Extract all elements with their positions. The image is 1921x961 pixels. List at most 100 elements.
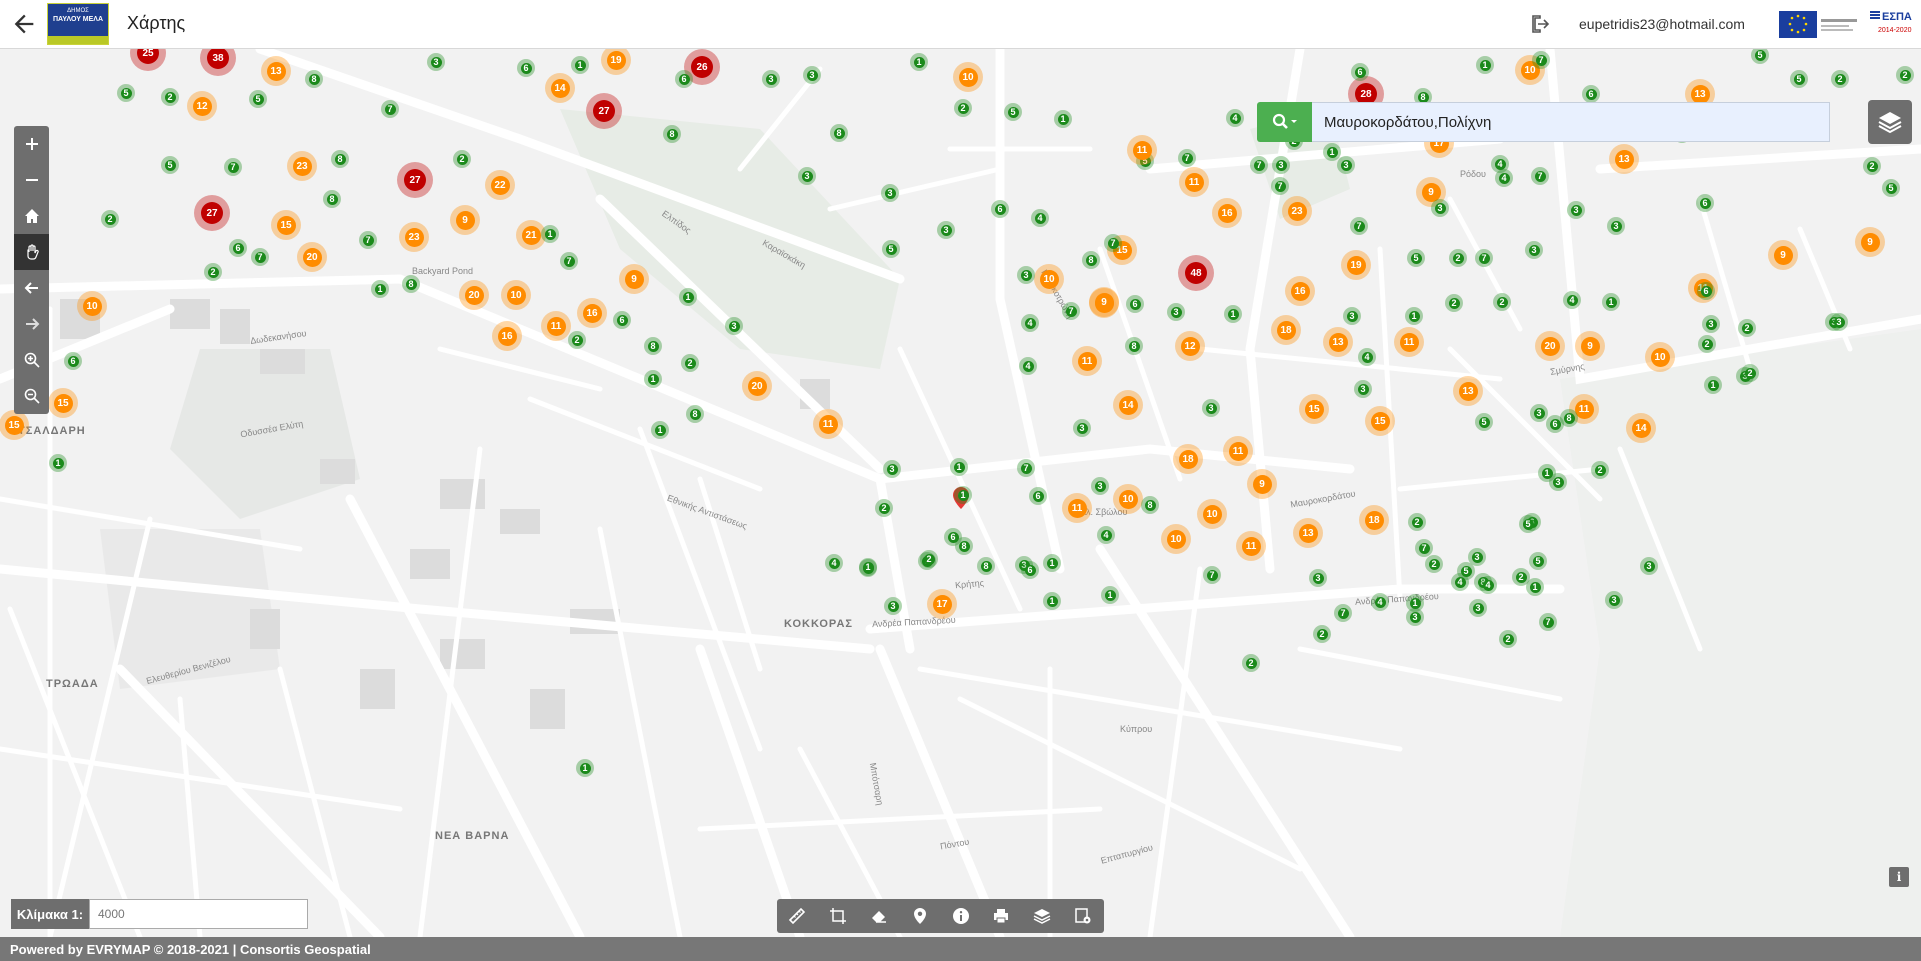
feature-cluster[interactable]: 8: [305, 70, 323, 88]
feature-cluster[interactable]: 3: [1343, 307, 1361, 325]
feature-cluster[interactable]: 1: [1602, 293, 1620, 311]
feature-cluster[interactable]: 1: [910, 53, 928, 71]
feature-cluster[interactable]: 11: [1236, 531, 1266, 561]
feature-cluster[interactable]: 6: [517, 59, 535, 77]
layer-toggle-button[interactable]: [1022, 899, 1063, 933]
feature-cluster[interactable]: 9: [450, 205, 480, 235]
feature-cluster[interactable]: 7: [1250, 156, 1268, 174]
pan-button[interactable]: [14, 234, 49, 270]
feature-cluster[interactable]: 3: [883, 460, 901, 478]
search-button[interactable]: [1257, 102, 1312, 142]
feature-cluster[interactable]: 3: [1272, 156, 1290, 174]
feature-cluster[interactable]: 7: [1532, 51, 1550, 69]
feature-cluster[interactable]: 4: [1371, 593, 1389, 611]
feature-cluster[interactable]: 4: [1031, 209, 1049, 227]
feature-cluster[interactable]: 2: [1512, 568, 1530, 586]
feature-cluster[interactable]: 9: [1855, 227, 1885, 257]
feature-cluster[interactable]: 3: [1337, 156, 1355, 174]
logout-icon[interactable]: [1528, 12, 1552, 36]
home-button[interactable]: [14, 198, 49, 234]
feature-cluster[interactable]: 5: [161, 156, 179, 174]
layers-button[interactable]: [1868, 100, 1912, 144]
measure-area-button[interactable]: [818, 899, 859, 933]
feature-cluster[interactable]: 1: [679, 288, 697, 306]
feature-cluster[interactable]: 6: [1351, 63, 1369, 81]
feature-cluster[interactable]: 3: [1017, 266, 1035, 284]
attribution-info-button[interactable]: i: [1889, 867, 1909, 887]
feature-cluster[interactable]: 11: [1394, 327, 1424, 357]
feature-cluster[interactable]: 3: [1167, 303, 1185, 321]
zoom-out-button[interactable]: [14, 162, 49, 198]
feature-cluster[interactable]: 6: [1126, 295, 1144, 313]
feature-cluster[interactable]: 23: [287, 151, 317, 181]
feature-cluster[interactable]: 20: [742, 371, 772, 401]
feature-cluster[interactable]: 2: [1425, 555, 1443, 573]
feature-cluster[interactable]: 13: [261, 56, 291, 86]
feature-cluster[interactable]: 2: [1408, 513, 1426, 531]
feature-cluster[interactable]: 3: [881, 184, 899, 202]
feature-cluster[interactable]: 16: [1285, 276, 1315, 306]
feature-cluster[interactable]: 10: [501, 280, 531, 310]
feature-cluster[interactable]: 2: [101, 210, 119, 228]
feature-cluster[interactable]: 7: [1539, 613, 1557, 631]
feature-cluster[interactable]: 2: [1493, 293, 1511, 311]
feature-cluster[interactable]: 5: [1519, 515, 1537, 533]
feature-cluster[interactable]: 5: [1790, 70, 1808, 88]
feature-cluster[interactable]: 13: [1453, 376, 1483, 406]
feature-cluster[interactable]: 6: [1696, 194, 1714, 212]
feature-cluster[interactable]: 2: [1863, 157, 1881, 175]
feature-cluster[interactable]: 10: [1113, 484, 1143, 514]
feature-cluster[interactable]: 6: [613, 311, 631, 329]
feature-cluster[interactable]: 6: [1021, 561, 1039, 579]
feature-cluster[interactable]: 5: [249, 90, 267, 108]
feature-cluster[interactable]: 7: [1104, 234, 1122, 252]
feature-cluster[interactable]: 7: [381, 100, 399, 118]
feature-cluster[interactable]: 2: [875, 499, 893, 517]
feature-cluster[interactable]: 7: [1178, 149, 1196, 167]
feature-cluster[interactable]: 11: [1062, 493, 1092, 523]
feature-cluster[interactable]: 3: [427, 53, 445, 71]
feature-cluster[interactable]: 12: [187, 91, 217, 121]
feature-cluster[interactable]: 27: [194, 195, 230, 231]
feature-cluster[interactable]: 1: [651, 421, 669, 439]
feature-cluster[interactable]: 3: [1549, 473, 1567, 491]
feature-cluster[interactable]: 2: [1449, 249, 1467, 267]
feature-cluster[interactable]: 8: [323, 190, 341, 208]
feature-cluster[interactable]: 15: [1365, 406, 1395, 436]
feature-cluster[interactable]: 3: [1530, 404, 1548, 422]
feature-cluster[interactable]: 3: [1605, 591, 1623, 609]
search-input[interactable]: [1312, 102, 1830, 142]
feature-cluster[interactable]: 3: [937, 221, 955, 239]
feature-cluster[interactable]: 7: [224, 158, 242, 176]
feature-cluster[interactable]: 4: [1358, 348, 1376, 366]
feature-cluster[interactable]: 5: [117, 84, 135, 102]
feature-cluster[interactable]: 3: [803, 66, 821, 84]
feature-cluster[interactable]: 3: [798, 167, 816, 185]
feature-cluster[interactable]: 3: [725, 317, 743, 335]
feature-cluster[interactable]: 9: [1089, 287, 1119, 317]
feature-cluster[interactable]: 4: [1479, 576, 1497, 594]
feature-cluster[interactable]: 3: [1607, 217, 1625, 235]
feature-cluster[interactable]: 2: [1242, 654, 1260, 672]
feature-cluster[interactable]: 2: [1698, 335, 1716, 353]
feature-cluster[interactable]: 18: [1271, 315, 1301, 345]
feature-cluster[interactable]: 20: [1535, 331, 1565, 361]
feature-cluster[interactable]: 10: [953, 62, 983, 92]
feature-cluster[interactable]: 3: [1830, 313, 1848, 331]
clear-drawings-button[interactable]: [859, 899, 900, 933]
feature-cluster[interactable]: 1: [576, 759, 594, 777]
feature-cluster[interactable]: 12: [1175, 331, 1205, 361]
feature-cluster[interactable]: 3: [1406, 608, 1424, 626]
feature-cluster[interactable]: 8: [644, 337, 662, 355]
feature-cluster[interactable]: 11: [1127, 135, 1157, 165]
feature-cluster[interactable]: 3: [1567, 201, 1585, 219]
feature-info-button[interactable]: [940, 899, 981, 933]
user-email[interactable]: eupetridis23@hotmail.com: [1579, 16, 1745, 32]
feature-cluster[interactable]: 2: [1741, 364, 1759, 382]
feature-cluster[interactable]: 8: [977, 557, 995, 575]
feature-cluster[interactable]: 14: [1113, 390, 1143, 420]
feature-cluster[interactable]: 16: [492, 321, 522, 351]
feature-cluster[interactable]: 15: [0, 410, 29, 440]
feature-cluster[interactable]: 1: [1704, 376, 1722, 394]
print-button[interactable]: [981, 899, 1022, 933]
